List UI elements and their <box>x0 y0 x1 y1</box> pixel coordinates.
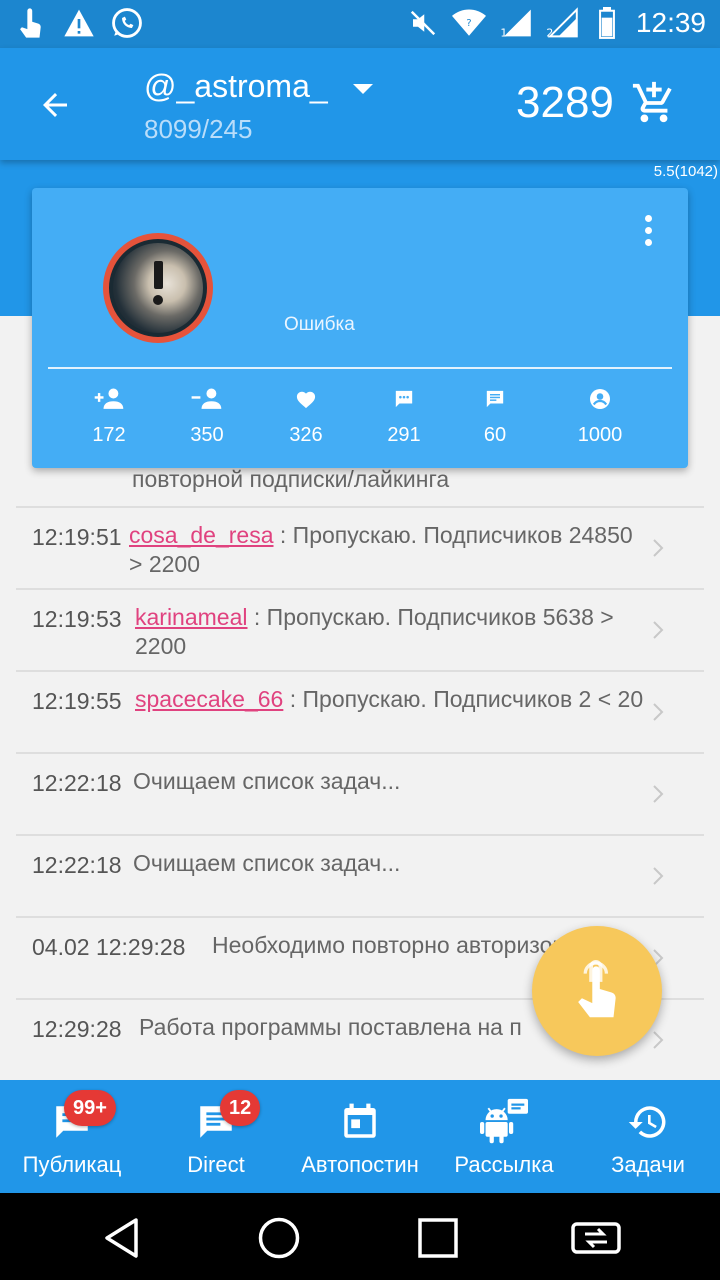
mute-icon <box>406 6 440 40</box>
history-icon <box>576 1098 720 1146</box>
log-message: cosa_de_resa : Пропускаю. Подписчиков 24… <box>129 521 644 579</box>
log-row[interactable]: 12:22:18 Очищаем список задач... <box>16 836 704 918</box>
log-time: 12:29:28 <box>32 1016 122 1042</box>
stat-follow: 172 <box>64 386 154 447</box>
home-icon[interactable] <box>249 1211 309 1265</box>
log-message: spacecake_66 : Пропускаю. Подписчиков 2 … <box>135 685 644 714</box>
chevron-right-icon <box>648 862 668 890</box>
chevron-right-icon <box>648 780 668 808</box>
log-row[interactable]: 12:22:18 Очищаем список задач... <box>16 754 704 836</box>
system-navigation-bar <box>0 1193 720 1280</box>
android-broadcast-icon <box>432 1098 576 1146</box>
whatsapp-icon <box>110 6 144 40</box>
calendar-icon <box>288 1098 432 1146</box>
log-time: 12:22:18 <box>32 852 122 878</box>
tap-action-button[interactable] <box>532 926 662 1056</box>
nav-label: Автопостин <box>301 1152 419 1177</box>
nav-label: Задачи <box>611 1152 685 1177</box>
log-time: 12:19:53 <box>32 606 122 632</box>
chevron-right-icon <box>648 698 668 726</box>
nav-item-direct[interactable]: 12 Direct <box>144 1080 288 1193</box>
comment-icon <box>359 386 449 412</box>
log-time: 12:19:55 <box>32 688 122 714</box>
chevron-right-icon <box>648 616 668 644</box>
stat-value: 60 <box>483 424 507 446</box>
nav-item-autoposting[interactable]: Автопостин <box>288 1080 432 1193</box>
log-time: 04.02 12:29:28 <box>32 934 186 960</box>
stat-comments: 291 <box>359 386 449 447</box>
log-row[interactable]: 12:19:55 spacecake_66 : Пропускаю. Подпи… <box>16 672 704 754</box>
avatar-warning-icon <box>147 261 169 311</box>
log-username[interactable]: karinameal <box>135 604 248 630</box>
account-name[interactable]: @_astroma_ <box>144 68 328 105</box>
unfollow-icon <box>162 386 252 412</box>
touch-icon <box>568 956 626 1027</box>
log-time: 12:22:18 <box>32 770 122 796</box>
nav-item-tasks[interactable]: Задачи <box>576 1080 720 1193</box>
log-row[interactable]: 12:19:51 cosa_de_resa : Пропускаю. Подпи… <box>16 508 704 590</box>
log-text: : Пропускаю. Подписчиков 2 < 20 <box>283 686 644 712</box>
svg-text:?: ? <box>466 18 471 29</box>
log-username[interactable]: spacecake_66 <box>135 686 283 712</box>
message-icon <box>450 386 540 412</box>
nav-label: Рассылка <box>454 1152 554 1177</box>
like-icon <box>261 386 351 412</box>
battery-icon <box>590 6 624 40</box>
log-time: 12:19:51 <box>32 524 122 550</box>
account-icon <box>555 386 645 412</box>
log-row[interactable]: 12:19:53 karinameal : Пропускаю. Подписч… <box>16 590 704 672</box>
sim2-label: 2 <box>546 26 553 39</box>
touch-icon <box>14 6 48 40</box>
warning-icon <box>62 6 96 40</box>
chevron-right-icon <box>648 534 668 562</box>
stat-value: 350 <box>190 424 224 446</box>
status-bar: ? 1 2 12:39 <box>0 0 720 48</box>
nav-label: Публикац <box>22 1152 122 1177</box>
stat-unfollow: 350 <box>162 386 252 447</box>
switch-app-icon[interactable] <box>566 1211 626 1265</box>
balance: 3289 <box>516 78 614 127</box>
divider <box>48 367 672 369</box>
nav-item-publications[interactable]: 99+ Публикац <box>0 1080 144 1193</box>
signal-icon: 1 <box>498 6 532 40</box>
stat-value: 326 <box>289 424 323 446</box>
stat-accounts: 1000 <box>555 386 645 447</box>
add-to-cart-icon[interactable] <box>626 78 682 128</box>
stat-value: 291 <box>387 424 421 446</box>
notification-badge: 99+ <box>64 1090 116 1126</box>
clock: 12:39 <box>635 7 706 38</box>
sim1-label: 1 <box>500 26 507 39</box>
account-stats: 8099/245 <box>144 114 253 144</box>
dropdown-arrow-icon[interactable] <box>348 74 378 104</box>
log-message: Очищаем список задач... <box>133 850 401 876</box>
log-username[interactable]: cosa_de_resa <box>129 522 274 548</box>
profile-card: Ошибка 172 350 326 291 60 1000 <box>32 188 688 468</box>
nav-item-broadcast[interactable]: Рассылка <box>432 1080 576 1193</box>
nav-label: Direct <box>187 1152 245 1177</box>
avatar[interactable] <box>103 233 213 343</box>
back-icon[interactable] <box>92 1211 152 1265</box>
bottom-navigation: 99+ Публикац 12 Direct Автопостин Рассыл… <box>0 1080 720 1193</box>
stat-value: 1000 <box>577 424 623 446</box>
stat-value: 172 <box>92 424 126 446</box>
more-vert-icon[interactable] <box>632 210 664 250</box>
version-label: 5.5(1042) <box>653 163 718 180</box>
notification-badge: 12 <box>220 1090 261 1126</box>
log-partial-text: повторной подписки/лайкинга <box>132 466 450 492</box>
log-message: karinameal : Пропускаю. Подписчиков 5638… <box>135 603 644 661</box>
wifi-icon: ? <box>451 6 486 40</box>
chevron-right-icon <box>648 1026 668 1054</box>
follow-icon <box>64 386 154 412</box>
error-label: Ошибка <box>284 314 355 335</box>
signal-icon: 2 <box>544 6 578 40</box>
direct-message-icon <box>144 1098 288 1146</box>
back-arrow-icon[interactable] <box>30 80 80 130</box>
stat-likes: 326 <box>261 386 351 447</box>
log-message: Очищаем список задач... <box>133 768 401 794</box>
stat-messages: 60 <box>450 386 540 447</box>
recents-icon[interactable] <box>408 1211 468 1265</box>
app-bar: @_astroma_ 8099/245 3289 <box>0 48 720 160</box>
